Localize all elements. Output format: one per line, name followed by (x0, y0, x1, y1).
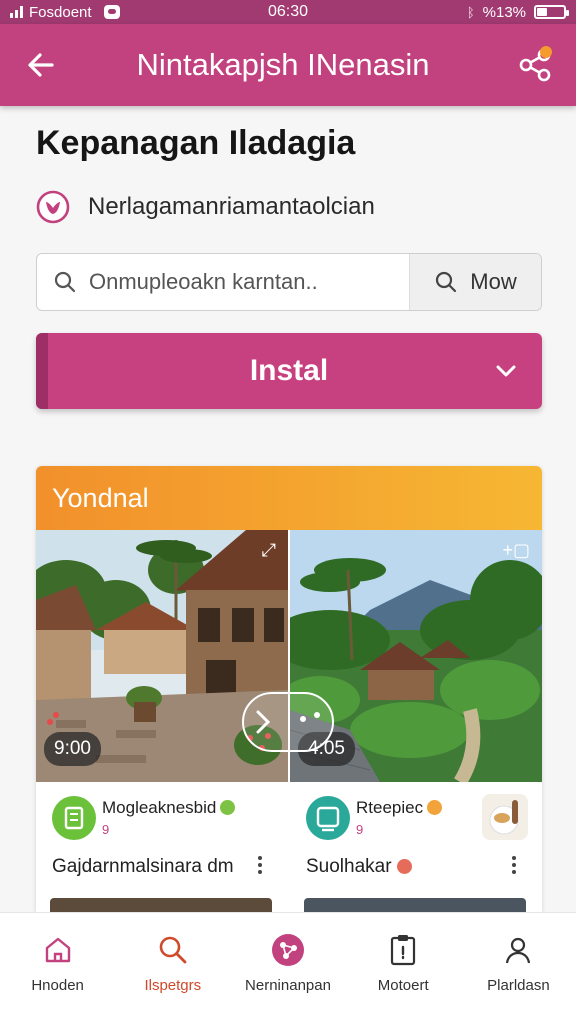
message-icon (103, 5, 120, 19)
carousel-dot (300, 716, 306, 722)
add-icon: +▢ (502, 540, 530, 560)
search-icon (159, 936, 187, 964)
battery-icon (534, 5, 569, 19)
share-hub-icon (272, 934, 304, 966)
subtitle-row: Nerlagamanriamantaolcian (36, 190, 375, 224)
channel-avatar-icon (52, 796, 96, 840)
battery-percent: %13% (482, 3, 526, 21)
video-title: Gajdarnmalsinara dm (52, 856, 234, 877)
channel-name: Rteepiec (356, 798, 443, 818)
search-icon (436, 271, 457, 293)
nav-label: Plarldasn (487, 977, 550, 994)
featured-section: Yondnal 9:00 ⤢ 4:05 +▢ Mogleaknesbid 9 G… (36, 466, 542, 912)
profile-icon (506, 937, 531, 964)
app-bar-title: Nintakapjsh INenasin (136, 47, 430, 82)
nav-label: Motoert (377, 977, 429, 994)
video-title-text: Suolhakar (306, 856, 392, 877)
notification-dot (540, 46, 552, 58)
home-icon (45, 937, 70, 963)
photo-carousel[interactable]: 9:00 ⤢ 4:05 +▢ (36, 530, 542, 782)
more-options-icon[interactable] (512, 856, 516, 874)
video-duration: 9:00 (44, 732, 101, 766)
carousel-swipe-control[interactable] (242, 692, 334, 752)
expand-icon: ⤢ (261, 540, 276, 560)
nav-item-explore[interactable]: Ilspetgrs (115, 913, 230, 1024)
verified-icon (220, 800, 236, 815)
search-input[interactable] (89, 269, 389, 295)
nav-label: Nerninanpan (245, 977, 331, 994)
share-button[interactable] (494, 24, 576, 106)
list-item[interactable]: Mogleaknesbid 9 Gajdarnmalsinara dm (36, 782, 288, 912)
channel-name-text: Rteepiec (356, 798, 424, 817)
food-thumbnail-image (482, 794, 528, 840)
tulip-logo-icon (36, 190, 70, 224)
nav-item-network[interactable]: Nerninanpan (230, 913, 345, 1024)
channel-name: Mogleaknesbid (102, 798, 236, 818)
search-submit-button[interactable]: Mow (409, 254, 541, 310)
page-subtitle: Nerlagamanriamantaolcian (88, 193, 375, 220)
install-button[interactable]: Instal (36, 333, 542, 409)
app-bar: Nintakapjsh INenasin (0, 24, 576, 106)
nav-label: Hnoden (31, 977, 84, 994)
video-title: Suolhakar (306, 856, 412, 878)
video-thumbnail[interactable]: 9:00 ⤢ (36, 530, 288, 782)
channel-badge: 9 (356, 822, 364, 837)
nav-label: Ilspetgrs (144, 977, 202, 994)
list-item[interactable]: Rteepiec 9 Suolhakar (290, 782, 542, 912)
install-button-label: Instal (249, 354, 329, 387)
clipboard-icon (391, 935, 416, 966)
channel-name-text: Mogleaknesbid (102, 798, 217, 817)
video-thumbnail[interactable]: 4:05 +▢ (290, 530, 542, 782)
page-title: Kepanagan Iladagia (36, 124, 356, 162)
next-thumbnail-preview (50, 898, 272, 912)
verified-icon (427, 800, 443, 815)
more-options-icon[interactable] (258, 856, 262, 874)
nav-item-profile[interactable]: Plarldasn (461, 913, 576, 1024)
nav-item-home[interactable]: Hnoden (0, 913, 115, 1024)
search-field (37, 254, 409, 310)
channel-avatar-icon (306, 796, 350, 840)
next-thumbnail-preview (304, 898, 526, 912)
arrow-left-icon (28, 53, 54, 77)
carrier-name: Fosdoent (29, 3, 92, 21)
section-header: Yondnal (36, 466, 542, 530)
nav-item-notes[interactable]: Motoert (346, 913, 461, 1024)
chevron-down-icon[interactable] (492, 357, 520, 385)
bottom-navigation: Hnoden Ilspetgrs Nerninanpan Motoert Pla… (0, 912, 576, 1024)
bluetooth-icon: ᛒ (466, 4, 475, 20)
status-bar: Fosdoent 06:30 ᛒ %13% (0, 0, 576, 24)
signal-icon (10, 6, 23, 18)
chevron-right-icon (256, 710, 271, 734)
search-icon (54, 271, 76, 293)
section-title: Yondnal (52, 482, 149, 513)
carousel-dot (314, 712, 320, 718)
back-button[interactable] (0, 24, 82, 106)
search-button-label: Mow (470, 269, 517, 294)
status-time: 06:30 (267, 3, 309, 20)
channel-badge: 9 (102, 822, 110, 837)
live-icon (396, 859, 412, 874)
search-bar: Mow (36, 253, 542, 311)
